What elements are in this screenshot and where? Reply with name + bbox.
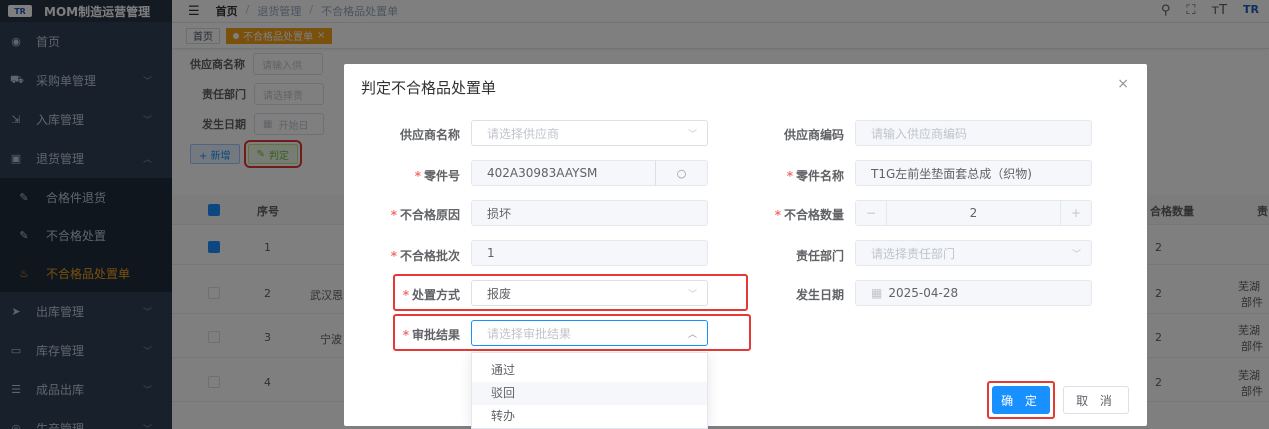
part-name-input[interactable]: T1G左前坐垫面套总成（织物) [855, 160, 1092, 186]
required-mark: * [774, 208, 781, 222]
highlight-box-approval [393, 314, 751, 351]
chevron-down-icon: ﹀ [687, 129, 697, 140]
qty-label: * 不合格数量 [744, 206, 844, 223]
date-label: 发生日期 [795, 288, 844, 302]
option-reject[interactable]: 驳回 [472, 382, 707, 405]
close-icon[interactable]: × [1117, 76, 1129, 92]
option-approve[interactable]: 通过 [472, 359, 707, 382]
qty-stepper[interactable]: − 2 + [855, 200, 1092, 226]
plus-icon[interactable]: + [1061, 201, 1091, 225]
part-name-label: * 零件名称 [744, 167, 844, 184]
dept-label: 责任部门 [795, 249, 844, 263]
option-transfer[interactable]: 转办 [472, 405, 707, 428]
judge-dialog: 判定不合格品处置单 × 供应商名称 请选择供应商 ﹀ 供应商编码 请输入供应商编… [344, 64, 1147, 426]
supplier-name-placeholder: 请选择供应商 [487, 126, 560, 141]
batch-input[interactable]: 1 [471, 240, 708, 266]
required-mark: * [390, 249, 397, 263]
supplier-name-select[interactable]: 请选择供应商 ﹀ [471, 120, 708, 146]
part-no-label: * 零件号 [360, 167, 460, 184]
supplier-code-input[interactable]: 请输入供应商编码 [855, 120, 1092, 146]
minus-icon[interactable]: − [856, 201, 886, 225]
reason-input[interactable]: 损坏 [471, 200, 708, 226]
required-mark: * [414, 169, 421, 183]
part-no-value: 402A30983AAYSM [487, 166, 598, 180]
dept-select[interactable]: 请选择责任部门 ﹀ [855, 240, 1092, 266]
batch-label-text: 不合格批次 [399, 249, 460, 263]
part-name-label-text: 零件名称 [795, 169, 844, 183]
part-no-input[interactable]: 402A30983AAYSM ○ [471, 160, 708, 186]
reason-value: 损坏 [487, 206, 512, 221]
highlight-box-method [393, 274, 748, 311]
part-no-label-text: 零件号 [423, 169, 460, 183]
supplier-code-label: 供应商编码 [783, 128, 844, 142]
dept-placeholder: 请选择责任部门 [871, 246, 956, 261]
date-input[interactable]: ▦ 2025-04-28 [855, 280, 1092, 306]
batch-value: 1 [487, 246, 495, 260]
reason-label-text: 不合格原因 [399, 208, 460, 222]
required-mark: * [786, 169, 793, 183]
batch-label: * 不合格批次 [360, 247, 460, 264]
chevron-down-icon: ﹀ [1071, 249, 1081, 260]
supplier-code-placeholder: 请输入供应商编码 [871, 126, 968, 141]
highlight-box-confirm [987, 381, 1055, 419]
calendar-icon: ▦ [871, 286, 883, 300]
cancel-button[interactable]: 取 消 [1063, 386, 1129, 414]
part-name-value: T1G左前坐垫面套总成（织物) [871, 166, 1032, 181]
reason-label: * 不合格原因 [360, 206, 460, 223]
qty-value: 2 [886, 201, 1061, 225]
search-icon[interactable]: ○ [655, 161, 707, 185]
dialog-title: 判定不合格品处置单 [361, 79, 497, 97]
qty-label-text: 不合格数量 [783, 208, 844, 222]
required-mark: * [390, 208, 397, 222]
approval-dropdown: 通过 驳回 转办 [471, 352, 708, 429]
date-value: 2025-04-28 [888, 286, 959, 300]
supplier-name-label: 供应商名称 [399, 128, 460, 142]
